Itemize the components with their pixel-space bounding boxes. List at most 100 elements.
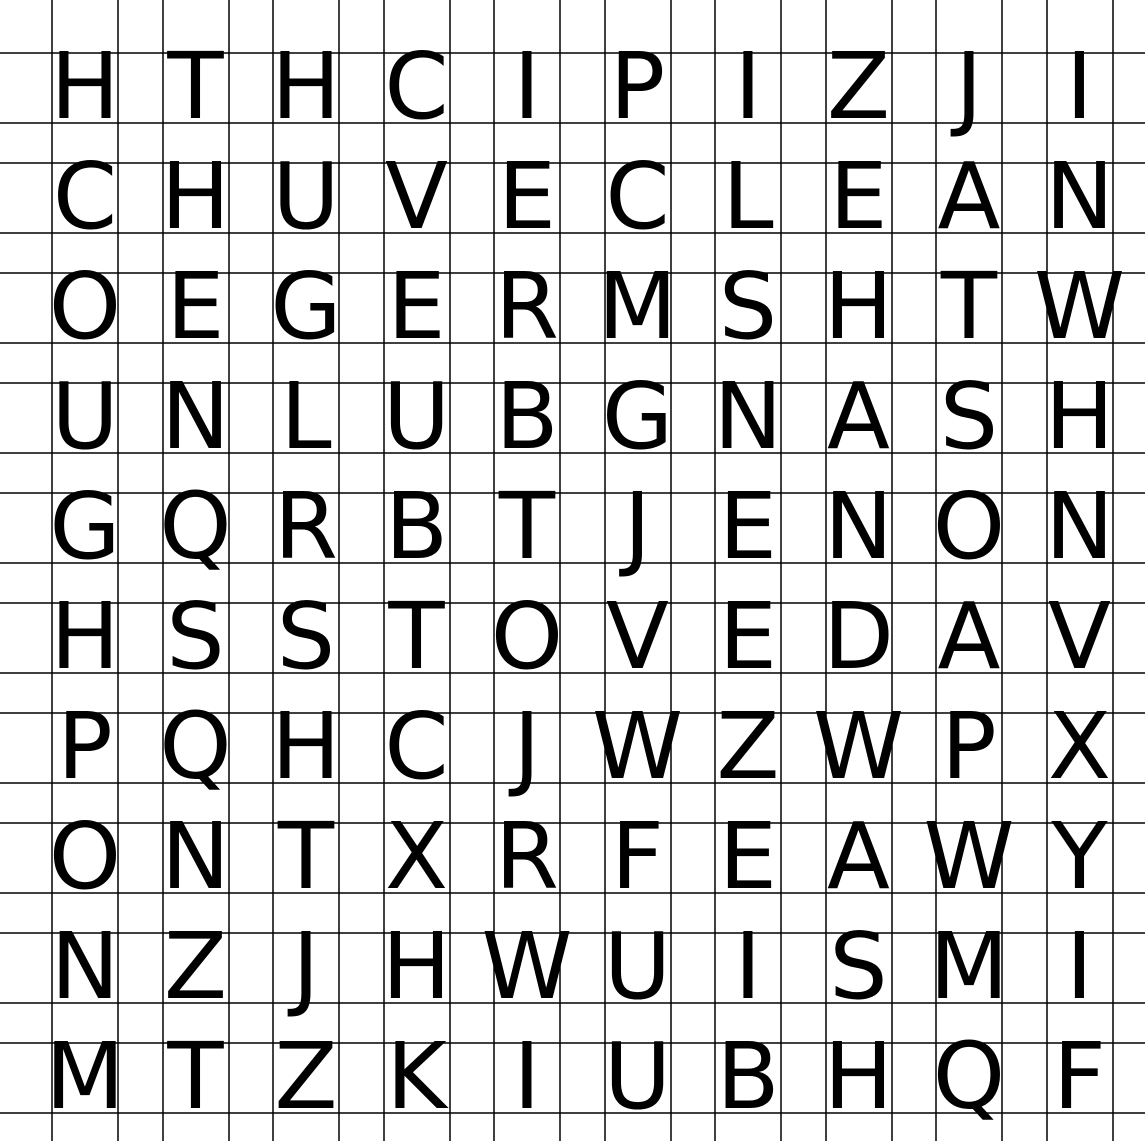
grid-letter[interactable]: P [30, 692, 140, 802]
grid-letter[interactable]: N [30, 912, 140, 1022]
grid-letter[interactable]: I [472, 1022, 582, 1132]
grid-letter[interactable]: C [362, 32, 472, 142]
grid-letter[interactable]: H [804, 1022, 914, 1132]
grid-letter[interactable]: H [362, 912, 472, 1022]
grid-letter[interactable]: C [583, 142, 693, 252]
grid-letter[interactable]: S [804, 912, 914, 1022]
grid-letter[interactable]: T [362, 582, 472, 692]
grid-letter[interactable]: P [583, 32, 693, 142]
grid-letter[interactable]: S [693, 252, 803, 362]
grid-letter[interactable]: T [251, 802, 361, 912]
grid-letter[interactable]: W [1025, 252, 1135, 362]
grid-letter[interactable]: S [251, 582, 361, 692]
grid-letter[interactable]: O [914, 472, 1024, 582]
grid-letter[interactable]: Q [141, 472, 251, 582]
grid-letter[interactable]: C [362, 692, 472, 802]
grid-letter[interactable]: O [30, 252, 140, 362]
grid-letter[interactable]: X [362, 802, 472, 912]
grid-letter[interactable]: L [251, 362, 361, 472]
grid-letter[interactable]: M [583, 252, 693, 362]
grid-letter[interactable]: O [472, 582, 582, 692]
grid-letter[interactable]: J [472, 692, 582, 802]
grid-letter[interactable]: N [141, 362, 251, 472]
grid-letter[interactable]: H [141, 142, 251, 252]
grid-letter[interactable]: E [472, 142, 582, 252]
grid-letter[interactable]: E [693, 802, 803, 912]
grid-letter[interactable]: D [804, 582, 914, 692]
grid-letter[interactable]: K [362, 1022, 472, 1132]
grid-letter[interactable]: I [693, 912, 803, 1022]
grid-letter[interactable]: E [804, 142, 914, 252]
grid-letter[interactable]: Y [1025, 802, 1135, 912]
grid-letter[interactable]: F [583, 802, 693, 912]
grid-letter[interactable]: T [914, 252, 1024, 362]
grid-letter[interactable]: A [804, 362, 914, 472]
grid-letter[interactable]: Z [141, 912, 251, 1022]
grid-letter[interactable]: I [472, 32, 582, 142]
grid-letter[interactable]: N [1025, 472, 1135, 582]
grid-letter[interactable]: A [804, 802, 914, 912]
grid-letter[interactable]: A [914, 142, 1024, 252]
grid-letter[interactable]: N [804, 472, 914, 582]
grid-letter[interactable]: W [583, 692, 693, 802]
grid-letter[interactable]: P [914, 692, 1024, 802]
grid-letter[interactable]: W [914, 802, 1024, 912]
grid-letter[interactable]: J [251, 912, 361, 1022]
grid-letter[interactable]: T [141, 1022, 251, 1132]
grid-letter[interactable]: S [914, 362, 1024, 472]
grid-letter[interactable]: I [1025, 32, 1135, 142]
grid-letter[interactable]: H [30, 582, 140, 692]
grid-letter[interactable]: U [583, 912, 693, 1022]
grid-letter[interactable]: U [30, 362, 140, 472]
grid-letter[interactable]: M [30, 1022, 140, 1132]
grid-letter[interactable]: O [30, 802, 140, 912]
grid-letter[interactable]: Q [141, 692, 251, 802]
grid-letter[interactable]: R [472, 252, 582, 362]
grid-letter[interactable]: U [583, 1022, 693, 1132]
grid-letter[interactable]: V [1025, 582, 1135, 692]
grid-letter[interactable]: C [30, 142, 140, 252]
grid-letter[interactable]: U [251, 142, 361, 252]
grid-letter[interactable]: H [251, 692, 361, 802]
grid-letter[interactable]: U [362, 362, 472, 472]
grid-letter[interactable]: Z [251, 1022, 361, 1132]
grid-letter[interactable]: N [1025, 142, 1135, 252]
grid-letter[interactable]: Z [693, 692, 803, 802]
grid-letter[interactable]: G [251, 252, 361, 362]
grid-letter[interactable]: W [804, 692, 914, 802]
grid-letter[interactable]: I [693, 32, 803, 142]
grid-letter[interactable]: F [1025, 1022, 1135, 1132]
grid-letter[interactable]: L [693, 142, 803, 252]
grid-letter[interactable]: J [914, 32, 1024, 142]
grid-letter[interactable]: S [141, 582, 251, 692]
grid-letter[interactable]: H [1025, 362, 1135, 472]
grid-letter[interactable]: X [1025, 692, 1135, 802]
grid-letter[interactable]: I [1025, 912, 1135, 1022]
grid-letter[interactable]: Q [914, 1022, 1024, 1132]
grid-letter[interactable]: B [693, 1022, 803, 1132]
grid-letter[interactable]: E [693, 582, 803, 692]
grid-letter[interactable]: H [251, 32, 361, 142]
grid-letter[interactable]: R [251, 472, 361, 582]
grid-letter[interactable]: R [472, 802, 582, 912]
grid-letter[interactable]: J [583, 472, 693, 582]
grid-letter[interactable]: V [362, 142, 472, 252]
grid-letter[interactable]: E [693, 472, 803, 582]
grid-letter[interactable]: H [804, 252, 914, 362]
grid-letter[interactable]: G [583, 362, 693, 472]
grid-letter[interactable]: B [472, 362, 582, 472]
grid-letter[interactable]: V [583, 582, 693, 692]
grid-letter[interactable]: N [141, 802, 251, 912]
grid-letter[interactable]: Z [804, 32, 914, 142]
grid-letter[interactable]: T [141, 32, 251, 142]
grid-letter[interactable]: M [914, 912, 1024, 1022]
grid-letter[interactable]: N [693, 362, 803, 472]
grid-letter[interactable]: E [141, 252, 251, 362]
grid-letter[interactable]: B [362, 472, 472, 582]
grid-letter[interactable]: W [472, 912, 582, 1022]
grid-letter[interactable]: G [30, 472, 140, 582]
grid-letter[interactable]: E [362, 252, 472, 362]
grid-letter[interactable]: H [30, 32, 140, 142]
grid-letter[interactable]: T [472, 472, 582, 582]
grid-letter[interactable]: A [914, 582, 1024, 692]
